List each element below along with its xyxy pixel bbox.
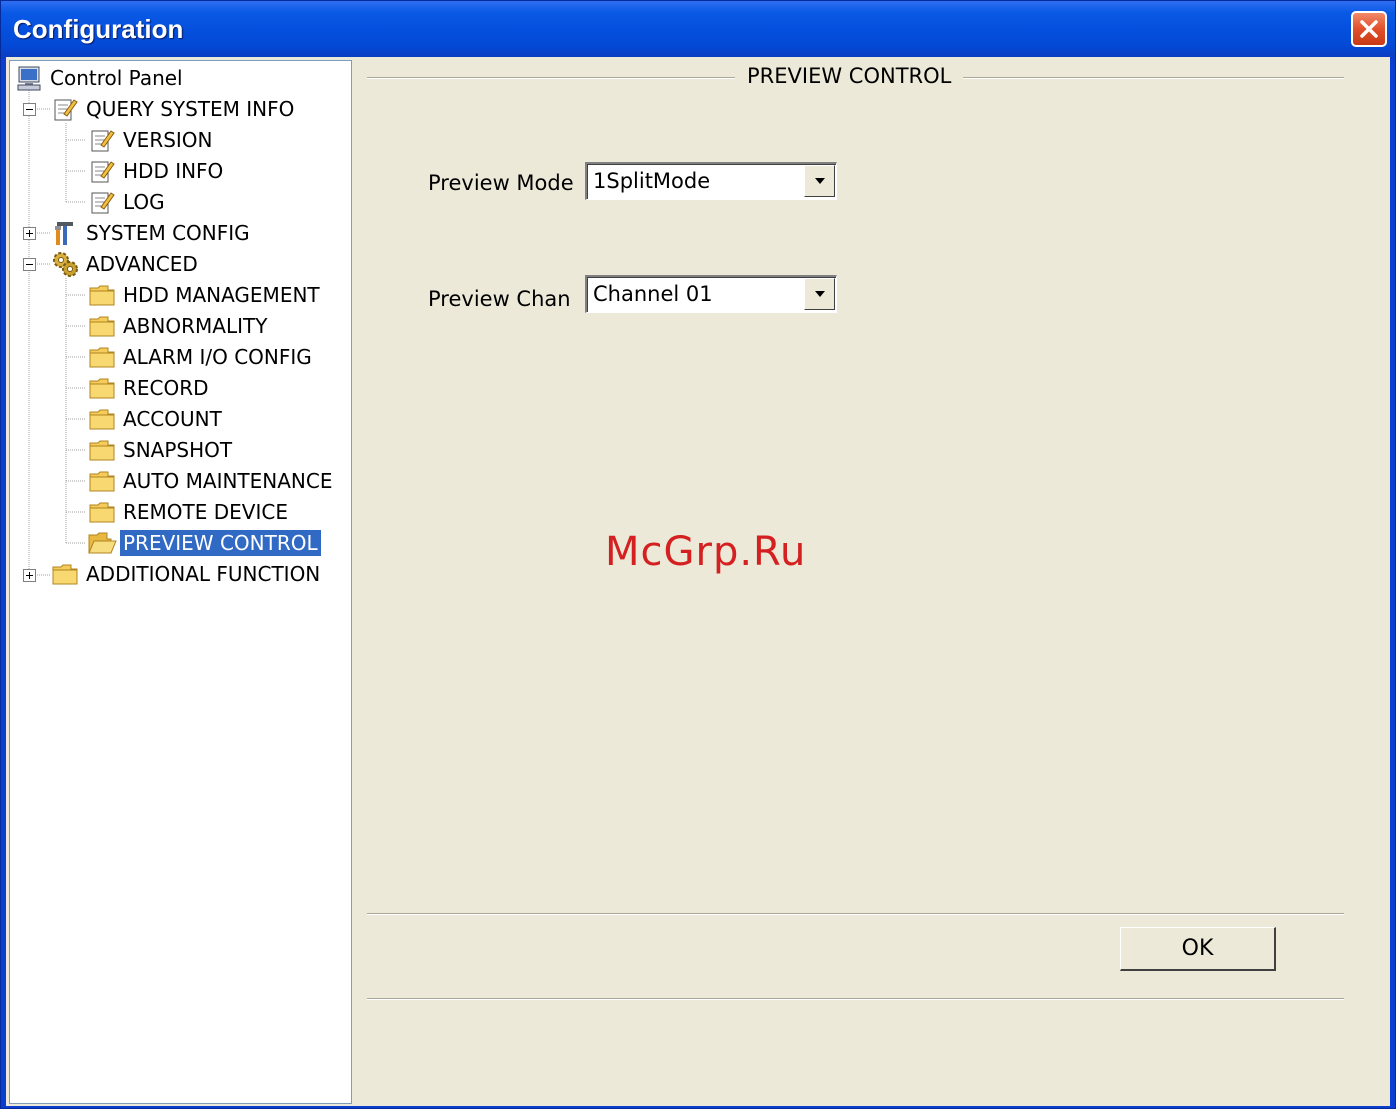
tree-item-label: HDD INFO xyxy=(123,159,224,183)
folder-icon xyxy=(87,466,117,496)
computer-icon xyxy=(14,63,44,93)
collapse-toggle-query-system-info[interactable] xyxy=(23,103,36,116)
tree-item-abnormality[interactable]: ABNORMALITY xyxy=(87,311,270,341)
tree-item-label: HDD MANAGEMENT xyxy=(123,283,320,307)
tree-item-record[interactable]: RECORD xyxy=(87,373,212,403)
tree-item-label: AUTO MAINTENANCE xyxy=(123,469,333,493)
dialog-client-area: Control Panel QUERY SYSTEM INFO VERSION … xyxy=(6,57,1390,1106)
configuration-window: Configuration Control Panel QUERY SYSTEM… xyxy=(0,0,1396,1109)
folder-icon xyxy=(87,435,117,465)
tree-item-auto-maintenance[interactable]: AUTO MAINTENANCE xyxy=(87,466,336,496)
close-button[interactable] xyxy=(1351,11,1387,47)
tree-item-snapshot[interactable]: SNAPSHOT xyxy=(87,435,235,465)
preview-chan-select[interactable]: Channel 01 xyxy=(585,275,837,313)
window-title: Configuration xyxy=(13,14,184,44)
tree-item-label: QUERY SYSTEM INFO xyxy=(86,97,295,121)
folder-icon xyxy=(87,311,117,341)
folder-icon xyxy=(87,280,117,310)
chevron-down-icon xyxy=(814,291,825,297)
title-bar[interactable]: Configuration xyxy=(1,1,1395,57)
expand-toggle-system-config[interactable] xyxy=(23,227,36,240)
tree-item-label: RECORD xyxy=(123,376,209,400)
tree-item-hdd-info[interactable]: HDD INFO xyxy=(87,156,226,186)
tools-icon xyxy=(50,218,80,248)
dropdown-button[interactable] xyxy=(804,165,835,197)
tree-item-remote-device[interactable]: REMOTE DEVICE xyxy=(87,497,291,527)
folder-icon xyxy=(87,373,117,403)
preview-mode-value: 1SplitMode xyxy=(593,169,711,193)
tree-item-alarm-io-config[interactable]: ALARM I/O CONFIG xyxy=(87,342,315,372)
tree-item-preview-control[interactable]: PREVIEW CONTROL xyxy=(87,528,321,558)
tree-item-system-config[interactable]: SYSTEM CONFIG xyxy=(50,218,253,248)
tree-item-label: LOG xyxy=(123,190,165,214)
tree-item-version[interactable]: VERSION xyxy=(87,125,216,155)
tree-item-log[interactable]: LOG xyxy=(87,187,168,217)
chevron-down-icon xyxy=(814,178,825,184)
watermark-text: McGrp.Ru xyxy=(605,529,807,575)
folder-icon xyxy=(87,497,117,527)
tree-item-label: SYSTEM CONFIG xyxy=(86,221,250,245)
folder-icon xyxy=(87,342,117,372)
tree-item-label: REMOTE DEVICE xyxy=(123,500,288,524)
tree-item-additional-function[interactable]: ADDITIONAL FUNCTION xyxy=(50,559,323,589)
ok-button[interactable]: OK xyxy=(1120,927,1276,971)
open-folder-icon xyxy=(87,528,117,558)
settings-panel: PREVIEW CONTROL Preview Mode 1SplitMode … xyxy=(355,57,1390,1106)
tree-item-query-system-info[interactable]: QUERY SYSTEM INFO xyxy=(50,94,297,124)
tree-item-advanced[interactable]: ADVANCED xyxy=(50,249,201,279)
tree-item-label: ADDITIONAL FUNCTION xyxy=(86,562,321,586)
edit-document-icon xyxy=(50,94,80,124)
folder-icon xyxy=(50,559,80,589)
tree-item-label: SNAPSHOT xyxy=(123,438,233,462)
preview-chan-value: Channel 01 xyxy=(593,282,713,306)
collapse-toggle-advanced[interactable] xyxy=(23,258,36,271)
expand-toggle-additional-function[interactable] xyxy=(23,569,36,582)
close-icon xyxy=(1360,20,1378,38)
tree-item-label: ABNORMALITY xyxy=(123,314,268,338)
preview-chan-label: Preview Chan xyxy=(428,287,571,311)
tree-item-account[interactable]: ACCOUNT xyxy=(87,404,225,434)
tree-item-label: VERSION xyxy=(123,128,213,152)
preview-mode-select[interactable]: 1SplitMode xyxy=(585,162,837,200)
section-title: PREVIEW CONTROL xyxy=(735,64,964,88)
separator-line xyxy=(367,998,1344,1000)
tree-item-control-panel[interactable]: Control Panel xyxy=(14,63,186,93)
edit-document-icon xyxy=(87,187,117,217)
edit-document-icon xyxy=(87,156,117,186)
tree-item-label: ACCOUNT xyxy=(123,407,222,431)
tree-item-hdd-management[interactable]: HDD MANAGEMENT xyxy=(87,280,323,310)
preview-mode-label: Preview Mode xyxy=(428,171,574,195)
navigation-tree[interactable]: Control Panel QUERY SYSTEM INFO VERSION … xyxy=(9,60,352,1104)
tree-item-label: ALARM I/O CONFIG xyxy=(123,345,312,369)
separator-line xyxy=(367,913,1344,915)
folder-icon xyxy=(87,404,117,434)
edit-document-icon xyxy=(87,125,117,155)
tree-item-label: Control Panel xyxy=(50,66,183,90)
gears-icon xyxy=(50,249,80,279)
dropdown-button[interactable] xyxy=(804,278,835,310)
tree-item-label: PREVIEW CONTROL xyxy=(120,530,321,556)
tree-item-label: ADVANCED xyxy=(86,252,198,276)
